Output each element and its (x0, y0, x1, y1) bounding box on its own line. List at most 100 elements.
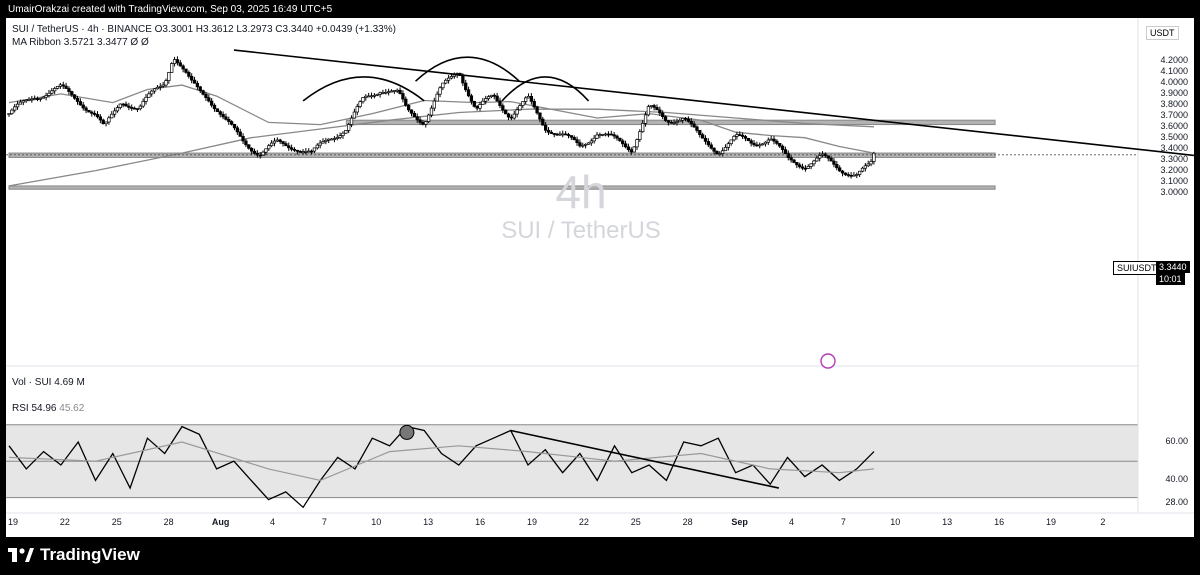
rsi-tick: 60.00 (1165, 436, 1188, 446)
chart-credit: UmairOrakzai created with TradingView.co… (8, 4, 333, 15)
candle (432, 100, 436, 109)
candle (681, 117, 685, 121)
candle (344, 130, 348, 134)
currency-badge[interactable]: USDT (1146, 26, 1179, 40)
candle (249, 147, 254, 152)
time-tick: 7 (321, 517, 327, 527)
candle (632, 146, 636, 153)
candle (857, 170, 862, 175)
candle (101, 119, 105, 125)
candle (33, 98, 37, 100)
candle (472, 100, 476, 107)
time-tick: 19 (7, 517, 19, 527)
price-tick: 3.6000 (1160, 120, 1188, 131)
candle (504, 109, 508, 115)
symbol-legend[interactable]: SUI / TetherUS · 4h · BINANCE O3.3001 H3… (12, 24, 396, 35)
candle (384, 91, 388, 94)
candle (64, 85, 68, 89)
candle (838, 167, 842, 172)
candle (198, 86, 202, 91)
candle (469, 95, 474, 102)
candle (666, 120, 671, 123)
time-tick: 10 (371, 517, 382, 527)
candle (329, 138, 334, 141)
candle (675, 121, 679, 124)
candle (464, 82, 468, 91)
price-tick: 3.7000 (1160, 109, 1188, 120)
candle (598, 134, 602, 136)
candle (863, 165, 867, 169)
time-tick: Aug (211, 517, 230, 527)
candle (267, 145, 271, 150)
candle (181, 65, 185, 70)
candle (738, 134, 742, 136)
candle (789, 157, 793, 161)
candle (698, 130, 702, 135)
candle (549, 131, 554, 134)
candle (441, 82, 445, 89)
ma-ribbon-legend[interactable]: MA Ribbon 3.5721 3.3477 Ø Ø (12, 37, 149, 48)
candle (415, 116, 419, 121)
candle (435, 93, 439, 102)
candle (769, 138, 773, 141)
candle (201, 90, 205, 95)
candle (775, 140, 779, 144)
candle (312, 147, 317, 152)
candle (152, 88, 157, 92)
candle (552, 133, 556, 135)
candle (589, 140, 593, 144)
candle (555, 133, 559, 136)
candle (386, 91, 391, 94)
countdown-tag: 10:01 (1156, 273, 1185, 285)
rsi-legend[interactable]: RSI 54.96 45.62 (12, 403, 84, 414)
candle (700, 134, 705, 139)
candle (318, 142, 322, 146)
price-tick: 3.1000 (1160, 175, 1188, 186)
candle (778, 143, 782, 147)
candle (446, 77, 451, 81)
candle (509, 116, 514, 119)
candle (369, 95, 374, 98)
time-tick: 19 (526, 517, 538, 527)
candle (210, 100, 214, 106)
candle (44, 95, 48, 98)
candle (526, 96, 531, 99)
candle (58, 84, 63, 87)
candle (158, 85, 162, 88)
candle (678, 119, 682, 123)
candle (70, 91, 74, 96)
candle (732, 135, 736, 141)
candle (515, 109, 519, 115)
candle (618, 137, 622, 142)
time-tick: 25 (111, 517, 122, 527)
candle (115, 107, 120, 112)
time-tick: 25 (630, 517, 641, 527)
candle (170, 63, 174, 73)
candle (358, 101, 362, 107)
candle (127, 105, 131, 108)
candle (484, 98, 488, 102)
price-pane[interactable]: 4hSUI / TetherUS (6, 18, 1194, 537)
rsi-marker (399, 424, 415, 440)
price-tick: 4.0000 (1160, 76, 1188, 87)
candle (498, 100, 502, 106)
support-zone-1 (8, 152, 996, 158)
candle (187, 72, 191, 77)
chart-area[interactable]: 4h SUI / TetherUS SUI / TetherUS · 4h · B… (6, 18, 1194, 537)
time-tick: 13 (942, 517, 953, 527)
time-tick: 10 (890, 517, 901, 527)
volume-legend[interactable]: Vol · SUI 4.69 M (12, 377, 85, 388)
price-tick: 3.0000 (1160, 186, 1188, 197)
candle (803, 167, 808, 170)
candle (780, 145, 785, 150)
candle (230, 121, 234, 125)
candle (715, 150, 719, 155)
candle (238, 131, 242, 137)
candle (321, 141, 325, 144)
candle (90, 111, 94, 114)
price-tick: 3.3000 (1160, 153, 1188, 164)
candle (615, 135, 619, 139)
time-tick: 28 (163, 517, 174, 527)
candle (740, 134, 745, 137)
candle (272, 140, 277, 144)
